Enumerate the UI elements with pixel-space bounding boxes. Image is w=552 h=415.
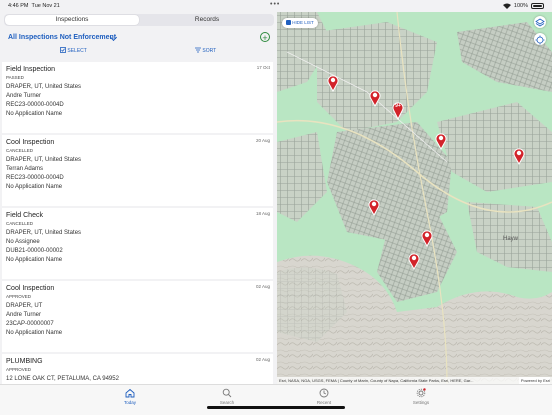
map-pin-marker[interactable] — [408, 252, 420, 270]
card-status: PASSED — [6, 75, 24, 80]
card-application: No Application Name — [6, 257, 63, 263]
select-button[interactable]: SELECT — [60, 47, 87, 54]
layers-button[interactable] — [534, 16, 546, 28]
card-application: No Application Name — [6, 330, 63, 336]
map-view[interactable]: Hayw 9+ HIDE LIST Esri, NASA, NGA, USGS,… — [277, 12, 552, 384]
card-assignee: Andre Turner — [6, 93, 42, 99]
card-address: DRAPER, UT, United States — [6, 84, 82, 90]
card-status: CANCELLED — [6, 148, 34, 153]
card-application: No Application Name — [6, 184, 63, 190]
filter-row: All Inspections Not Enforcement + — [8, 32, 270, 46]
card-title: Field Inspection — [6, 66, 56, 73]
map-cluster-marker[interactable]: 9+ — [392, 100, 404, 121]
map-pin-marker[interactable] — [421, 229, 433, 247]
map-pin-marker[interactable] — [513, 147, 525, 165]
home-indicator[interactable] — [207, 406, 345, 409]
tab-search[interactable]: Search — [207, 388, 247, 405]
cluster-count: 9+ — [395, 103, 401, 109]
tab-bar: Today Search Recent Settings — [0, 384, 552, 415]
card-title: Cool Inspection — [6, 139, 55, 146]
powered-by-esri[interactable]: Powered by Esri — [518, 377, 550, 384]
clock-icon — [319, 388, 329, 398]
card-record-id: REC23-00000-0004D — [6, 102, 64, 108]
card-address: DRAPER, UT, United States — [6, 230, 82, 236]
panel-icon — [286, 20, 291, 25]
checkbox-icon — [60, 47, 66, 53]
tab-today[interactable]: Today — [110, 388, 150, 405]
map-pin-marker[interactable] — [435, 132, 447, 150]
card-address: DRAPER, UT, United States — [6, 157, 82, 163]
card-status: APPROVED — [6, 367, 32, 372]
card-record-id: 23CAP-00000007 — [6, 321, 54, 327]
inspection-card[interactable]: Cool Inspection CANCELLED 20 Aug DRAPER,… — [2, 135, 273, 206]
tab-settings[interactable]: Settings — [401, 388, 441, 405]
filter-dropdown[interactable]: All Inspections Not Enforcement — [8, 34, 116, 41]
map-pin-marker[interactable] — [327, 74, 339, 92]
multitasking-dots-icon[interactable]: ••• — [270, 1, 280, 8]
card-assignee: Andre Turner — [6, 312, 42, 318]
sort-icon — [195, 47, 201, 53]
tab-inspections[interactable]: Inspections — [5, 15, 139, 25]
card-record-id: REC23-00000-0004D — [6, 175, 64, 181]
layers-icon — [535, 18, 545, 27]
inspection-card[interactable]: Field Inspection PASSED 17 Oct DRAPER, U… — [2, 62, 273, 133]
home-icon — [125, 388, 135, 398]
card-title: Field Check — [6, 212, 43, 219]
card-date: 18 Aug — [255, 211, 270, 216]
hide-list-button[interactable]: HIDE LIST — [282, 18, 318, 28]
gear-icon — [416, 388, 426, 398]
map-canvas[interactable]: Hayw — [277, 12, 552, 384]
card-record-id: DUB21-00000-00002 — [6, 248, 63, 254]
tab-recent[interactable]: Recent — [304, 388, 344, 405]
crosshair-icon — [535, 35, 545, 45]
battery-percent: 100% — [513, 3, 528, 9]
status-bar: 4:46 PM Tue Nov 21 ••• 100% — [0, 0, 552, 12]
segmented-control: Inspections Records — [4, 14, 274, 26]
wifi-icon — [502, 3, 511, 9]
search-icon — [222, 388, 232, 398]
sort-button[interactable]: SORT — [195, 47, 216, 54]
inspection-list-panel: Inspections Records All Inspections Not … — [0, 12, 277, 384]
card-date: 02 Aug — [255, 284, 270, 289]
inspection-cards: Field Inspection PASSED 17 Oct DRAPER, U… — [2, 62, 273, 384]
tab-records[interactable]: Records — [140, 14, 274, 26]
card-date: 20 Aug — [255, 138, 270, 143]
battery-icon — [531, 3, 544, 9]
card-assignee: Terran Adams — [6, 166, 44, 172]
card-address: 12 LONE OAK CT, PETALUMA, CA 94952 — [6, 376, 119, 382]
status-right: 100% — [502, 3, 544, 9]
map-pin-marker[interactable] — [369, 89, 381, 107]
card-address: DRAPER, UT — [6, 303, 43, 309]
card-date: 02 Aug — [255, 357, 270, 362]
card-status: APPROVED — [6, 294, 32, 299]
attribution-text: Esri, NASA, NGA, USGS, FEMA | County of … — [279, 378, 474, 383]
place-label: Hayw — [503, 236, 519, 242]
inspection-card[interactable]: Cool Inspection APPROVED 02 Aug DRAPER, … — [2, 281, 273, 352]
card-title: PLUMBING — [6, 358, 43, 365]
card-application: No Application Name — [6, 111, 63, 117]
inspection-card[interactable]: Field Check CANCELLED 18 Aug DRAPER, UT,… — [2, 208, 273, 279]
inspection-card[interactable]: PLUMBING APPROVED 02 Aug 12 LONE OAK CT,… — [2, 354, 273, 384]
status-time: 4:46 PM Tue Nov 21 — [8, 3, 60, 9]
card-status: CANCELLED — [6, 221, 34, 226]
add-inspection-button[interactable]: + — [260, 32, 270, 43]
card-title: Cool Inspection — [6, 285, 55, 292]
list-toolbar: SELECT SORT — [0, 46, 277, 56]
map-attribution: Esri, NASA, NGA, USGS, FEMA | County of … — [277, 377, 552, 384]
card-date: 17 Oct — [256, 65, 270, 70]
locate-button[interactable] — [534, 33, 546, 45]
card-assignee: No Assignee — [6, 239, 40, 245]
map-pin-marker[interactable] — [368, 198, 380, 216]
